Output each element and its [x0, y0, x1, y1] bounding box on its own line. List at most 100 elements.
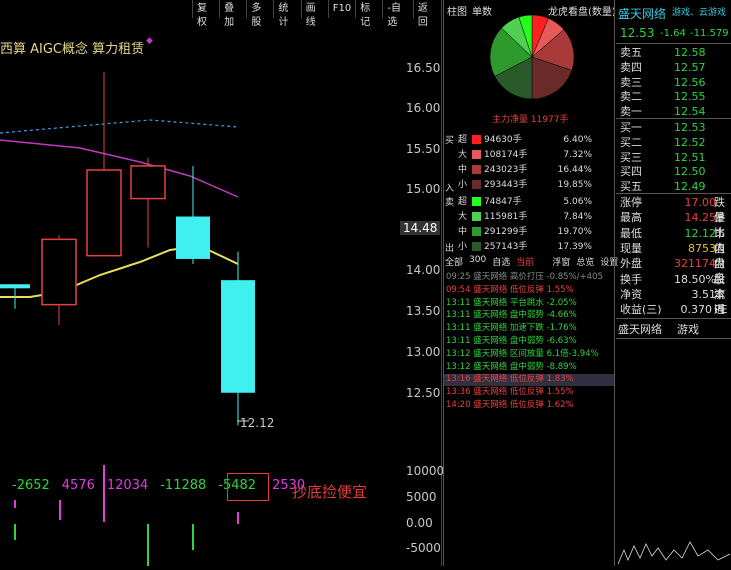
market-tab[interactable]: 浮窗	[552, 255, 570, 268]
tab-bar-chart[interactable]: 柱图	[447, 3, 467, 18]
price-tick: 14.00	[406, 263, 441, 277]
flow-lots: 243023手	[484, 165, 528, 175]
money-flow-pie	[489, 14, 575, 104]
ask-price: 12.58	[674, 46, 706, 59]
stat-right-label: PE	[714, 303, 728, 317]
footer-sector[interactable]: 游戏	[677, 321, 699, 337]
stat-label: 现量	[620, 241, 642, 255]
price-tick: 15.50	[406, 142, 441, 156]
flow-swatch	[472, 165, 481, 174]
market-tab[interactable]: 自选	[492, 255, 510, 268]
candle-body	[130, 165, 166, 200]
stat-value: 14.25	[684, 211, 717, 225]
footer-stock[interactable]: 盛天网络	[618, 321, 662, 337]
toolbar-btn-8[interactable]: 返回	[412, 0, 440, 28]
stat-label: 净资	[620, 287, 642, 301]
flow-row: 大 108174手 7.32%	[458, 148, 592, 162]
flow-swatch	[472, 135, 481, 144]
candle-body	[221, 280, 255, 393]
price-tick: 16.00	[406, 101, 441, 115]
toolbar-btn-5[interactable]: F10	[327, 0, 355, 18]
bid-price: 12.53	[674, 121, 706, 134]
toolbar-btn-7[interactable]: -自选	[382, 0, 412, 28]
flow-row: 大 115981手 7.84%	[458, 210, 592, 224]
flow-pct: 16.44%	[557, 165, 592, 175]
alert-row[interactable]: 13:11 盛天网络 平台跳水 -2.05%	[446, 297, 577, 309]
flow-pct: 5.06%	[563, 197, 592, 207]
toolbar-btn-3[interactable]: 统计	[273, 0, 300, 28]
volume-tick: 5000	[406, 490, 437, 504]
alert-row[interactable]: 13:11 盛天网络 盘中弱势 -4.66%	[446, 309, 577, 321]
price-tick: 13.50	[406, 304, 441, 318]
flow-row: 超 94630手 6.40%	[458, 133, 592, 147]
bid-price: 12.49	[674, 180, 706, 194]
divider	[616, 193, 731, 194]
flow-swatch	[472, 150, 481, 159]
ask-price: 12.54	[674, 105, 706, 119]
stat-value: 12.12	[684, 226, 717, 240]
ask-label: 卖四	[620, 60, 642, 74]
divider	[616, 318, 731, 319]
market-tab[interactable]: 当前	[516, 255, 534, 268]
market-tab[interactable]: 300	[469, 255, 486, 268]
flow-size: 中	[458, 227, 468, 237]
last-price: 12.53	[620, 26, 655, 40]
price-tick: 12.50	[406, 386, 441, 400]
alert-row[interactable]: 09:54 盛天网络 低位反弹 1.55%	[446, 284, 574, 296]
ask-label: 卖一	[620, 105, 642, 119]
flow-swatch	[472, 180, 481, 189]
flow-size: 中	[458, 165, 468, 175]
toolbar-btn-0[interactable]: 复权	[192, 0, 219, 28]
flow-lots: 291299手	[484, 227, 528, 237]
industry-tags: 游戏、云游戏	[672, 8, 727, 18]
flow-swatch	[472, 227, 481, 236]
candle-body	[0, 284, 30, 289]
flow-lots: 74847手	[484, 197, 522, 207]
alert-row[interactable]: 09:25 盛天网络 高价打压 -0.85%/+405	[446, 271, 603, 283]
stat-label: 收益(三)	[620, 303, 662, 317]
flow-size: 小	[458, 242, 468, 252]
flow-lots: 115981手	[484, 212, 528, 222]
buy-label: 买	[445, 136, 455, 146]
stat-value: 3.51	[691, 287, 717, 301]
alert-row[interactable]: 13:36 盛天网络 低位反弹 1.55%	[446, 386, 574, 398]
flow-swatch	[472, 242, 481, 251]
flow-pct: 19.70%	[557, 227, 592, 237]
alert-row[interactable]: 13:16 盛天网络 低位反弹 1.83%	[446, 373, 574, 385]
flow-lots: 293443手	[484, 180, 528, 190]
bid-label: 买一	[620, 121, 642, 134]
stock-name: 盛天网络	[618, 7, 667, 21]
divider	[616, 43, 731, 44]
toolbar-btn-2[interactable]: 多股	[246, 0, 273, 28]
flow-pct: 17.39%	[557, 242, 592, 252]
market-tab[interactable]: 全部	[445, 255, 463, 268]
volume-value: 12034	[106, 478, 149, 493]
in-label: 入	[445, 184, 455, 194]
market-tab[interactable]: 总览	[576, 255, 594, 268]
ask-price: 12.55	[674, 90, 706, 104]
ask-label: 卖三	[620, 75, 642, 89]
volume-tick: -5000	[406, 541, 441, 555]
market-tabs: 全部 300 自选 当前 浮窗 总览 设置	[445, 255, 618, 268]
stat-label: 最低	[620, 226, 642, 240]
alert-row[interactable]: 13:12 盛天网络 盘中弱势 -8.89%	[446, 361, 577, 373]
mini-chart	[617, 520, 731, 570]
current-price-label: 14.48	[400, 221, 441, 235]
alert-row[interactable]: 13:11 盛天网络 盘中弱势 -6.63%	[446, 335, 577, 347]
flow-row: 小 293443手 19.85%	[458, 178, 592, 192]
price-tick: 13.00	[406, 345, 441, 359]
low-price-label: 12.12	[240, 416, 275, 430]
pct-change: -11.579	[690, 28, 729, 39]
flow-size: 超	[458, 135, 468, 145]
toolbar-btn-1[interactable]: 叠加	[219, 0, 246, 28]
stat-value: 8753	[688, 241, 716, 255]
alert-row[interactable]: 13:12 盛天网络 区间放量 6.1倍-3.94%	[446, 348, 599, 360]
volume-value: -11288	[160, 478, 207, 493]
toolbar-btn-4[interactable]: 画线	[300, 0, 328, 28]
bid-label: 买五	[620, 180, 642, 194]
alert-row[interactable]: 14:20 盛天网络 低位反弹 1.62%	[446, 399, 574, 411]
toolbar-btn-6[interactable]: 标记	[355, 0, 382, 28]
alert-row[interactable]: 13:11 盛天网络 加速下跌 -1.76%	[446, 322, 577, 334]
flow-lots: 94630手	[484, 135, 522, 145]
bid-price: 12.51	[674, 150, 706, 164]
